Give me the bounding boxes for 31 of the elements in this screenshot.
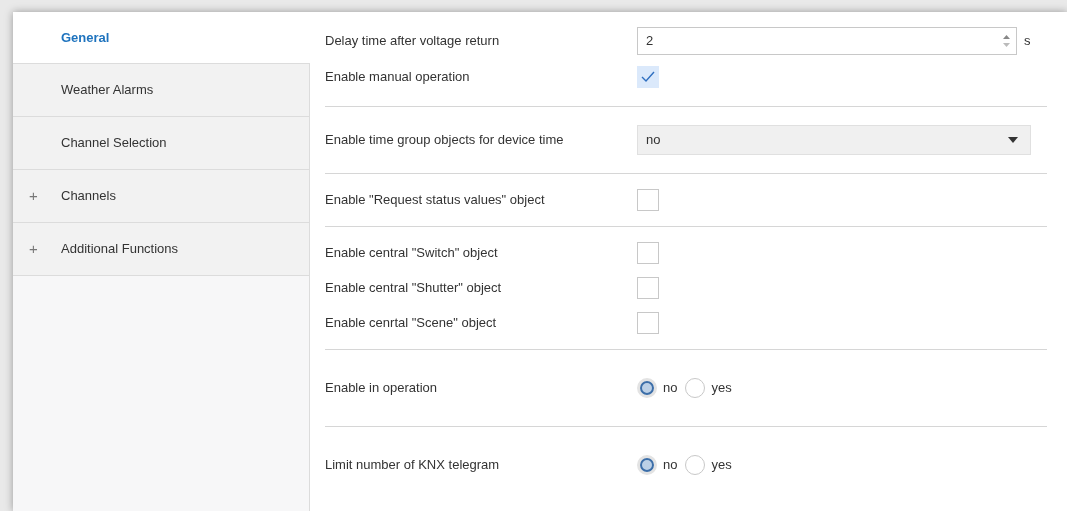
checkbox[interactable] [637,66,659,88]
checkbox[interactable] [637,189,659,211]
field-label: Enable "Request status values" object [325,191,546,210]
checkbox[interactable] [637,242,659,264]
field-label: Enable in operation [325,379,439,398]
field-label: Enable cenrtal "Scene" object [325,314,498,333]
radio-option[interactable]: no [637,455,678,475]
dropdown[interactable]: no [637,125,1031,155]
sidebar-item[interactable]: + Additional Functions [13,223,309,276]
spinner-icon[interactable] [1003,34,1010,48]
sidebar-item[interactable]: Channel Selection [13,117,309,170]
checkmark-icon [641,71,655,83]
field-label: Delay time after voltage return [325,32,501,51]
field-label: Enable central "Shutter" object [325,279,503,298]
field-label: Limit number of KNX telegram [325,456,501,475]
field-label: Enable manual operation [325,68,471,87]
radio-option[interactable]: no [637,378,678,398]
field-label: Enable time group objects for device time [325,131,565,150]
field-label: Enable central "Switch" object [325,244,499,263]
sidebar-item[interactable]: General [13,12,310,64]
expand-icon[interactable]: + [29,186,38,204]
sidebar-item[interactable]: + Channels [13,170,309,223]
number-input[interactable]: 2 [637,27,1017,55]
radio-option[interactable]: yes [685,378,732,398]
unit-label: s [1024,32,1031,51]
checkbox[interactable] [637,312,659,334]
radio-option[interactable]: yes [685,455,732,475]
expand-icon[interactable]: + [29,239,38,257]
sidebar-item[interactable]: Weather Alarms [13,64,309,117]
checkbox[interactable] [637,277,659,299]
caret-icon [1008,137,1018,143]
